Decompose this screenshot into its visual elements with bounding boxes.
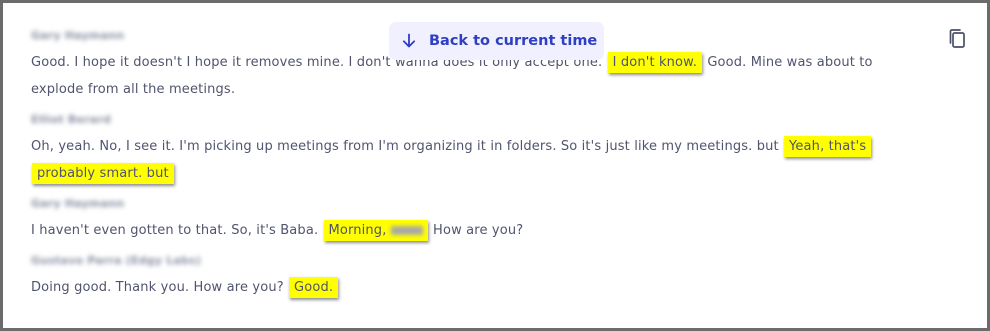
highlighted-phrase: Good. — [289, 277, 339, 298]
transcript-panel: Gary Haymann Good. I hope it doesn't I ho… — [0, 0, 990, 331]
transcript-entry: Gustavo Parra (Edgy Labs) Doing good. Tha… — [31, 254, 921, 301]
transcript-text: I haven't even gotten to that. So, it's … — [31, 223, 323, 238]
highlighted-phrase: Morning, — [323, 220, 428, 241]
highlighted-phrase: I don't know. — [607, 52, 703, 73]
speaker-name: Gary Haymann — [31, 197, 125, 210]
utterance-text: Doing good. Thank you. How are you? Good… — [31, 274, 921, 301]
highlighted-phrase: Yeah, that's — [784, 136, 872, 157]
highlighted-phrase: probably smart. but — [32, 163, 174, 184]
highlight-text: Morning, — [328, 223, 391, 238]
speaker-name: Gustavo Parra (Edgy Labs) — [31, 254, 202, 267]
highlight-text: probably smart. but — [37, 166, 169, 181]
speaker-name: Elliot Berard — [31, 113, 112, 126]
transcript-text: Oh, yeah. No, I see it. I'm picking up m… — [31, 139, 784, 154]
utterance-text: Oh, yeah. No, I see it. I'm picking up m… — [31, 133, 921, 187]
redacted-name — [390, 226, 423, 235]
transcript-text: Doing good. Thank you. How are you? — [31, 280, 289, 295]
highlight-text: Good. — [294, 280, 334, 295]
transcript-list: Gary Haymann Good. I hope it doesn't I ho… — [31, 29, 921, 301]
transcript-entry: Gary Haymann I haven't even gotten to tha… — [31, 197, 921, 244]
transcript-entry: Elliot Berard Oh, yeah. No, I see it. I'm… — [31, 113, 921, 187]
arrow-down-icon — [401, 33, 417, 49]
copy-button[interactable] — [945, 27, 969, 51]
back-to-current-time-label: Back to current time — [429, 33, 598, 49]
highlight-text: Yeah, that's — [789, 139, 867, 154]
highlight-text: I don't know. — [612, 55, 698, 70]
copy-icon — [947, 28, 967, 50]
back-to-current-time-button[interactable]: Back to current time — [389, 22, 604, 60]
utterance-text: I haven't even gotten to that. So, it's … — [31, 217, 921, 244]
transcript-text: How are you? — [428, 223, 524, 238]
